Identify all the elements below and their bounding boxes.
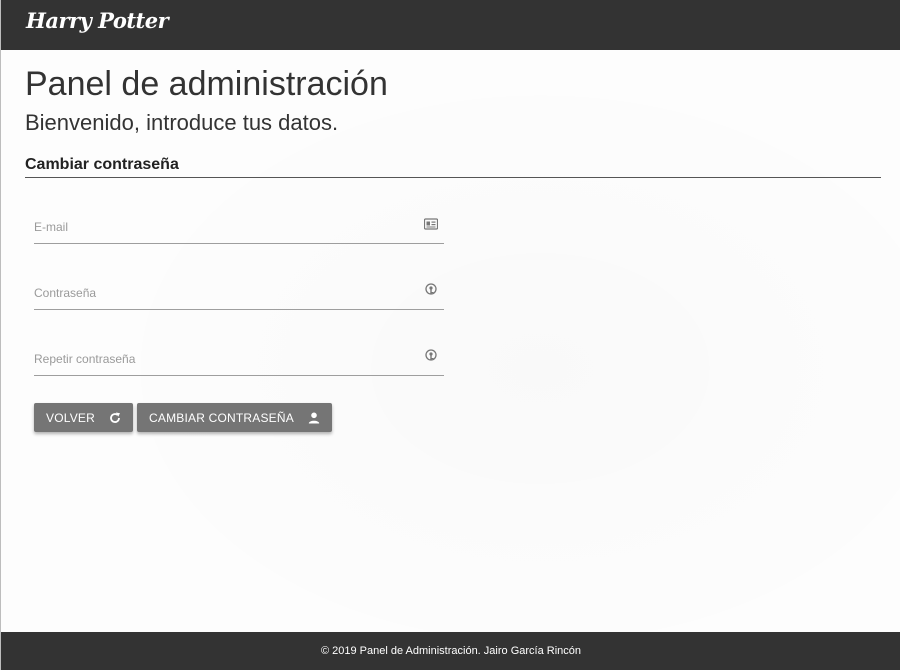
back-button-label: VOLVER bbox=[46, 410, 95, 425]
footer: © 2019 Panel de Administración. Jairo Ga… bbox=[1, 632, 900, 670]
change-password-button-label: CAMBIAR CONTRASEÑA bbox=[149, 410, 294, 425]
main-content: Panel de administración Bienvenido, intr… bbox=[25, 50, 881, 432]
page-subtitle: Bienvenido, introduce tus datos. bbox=[25, 110, 339, 135]
harry-potter-logo[interactable]: Harry Potter bbox=[26, 8, 169, 33]
email-field-wrapper bbox=[34, 210, 444, 244]
back-button[interactable]: VOLVER bbox=[34, 403, 133, 432]
repeat-password-field-wrapper bbox=[34, 342, 444, 376]
page-title: Panel de administración bbox=[25, 65, 388, 103]
top-navbar: Harry Potter bbox=[1, 0, 900, 50]
refresh-icon bbox=[110, 412, 120, 423]
page: Harry Potter Panel de administración Bie… bbox=[0, 0, 900, 670]
footer-text: © 2019 Panel de Administración. Jairo Ga… bbox=[320, 645, 582, 657]
id-card-icon bbox=[424, 218, 438, 230]
key-icon bbox=[425, 283, 437, 295]
password-field-wrapper bbox=[34, 276, 444, 310]
key-icon bbox=[425, 349, 437, 361]
change-password-form bbox=[34, 210, 444, 408]
section-title: Cambiar contraseña bbox=[25, 155, 881, 178]
form-buttons: VOLVER CAMBIAR CONTRASEÑA bbox=[34, 403, 332, 432]
user-icon bbox=[308, 412, 320, 423]
email-field[interactable] bbox=[34, 217, 404, 237]
password-field[interactable] bbox=[34, 283, 404, 303]
change-password-button[interactable]: CAMBIAR CONTRASEÑA bbox=[137, 403, 332, 432]
repeat-password-field[interactable] bbox=[34, 349, 404, 369]
